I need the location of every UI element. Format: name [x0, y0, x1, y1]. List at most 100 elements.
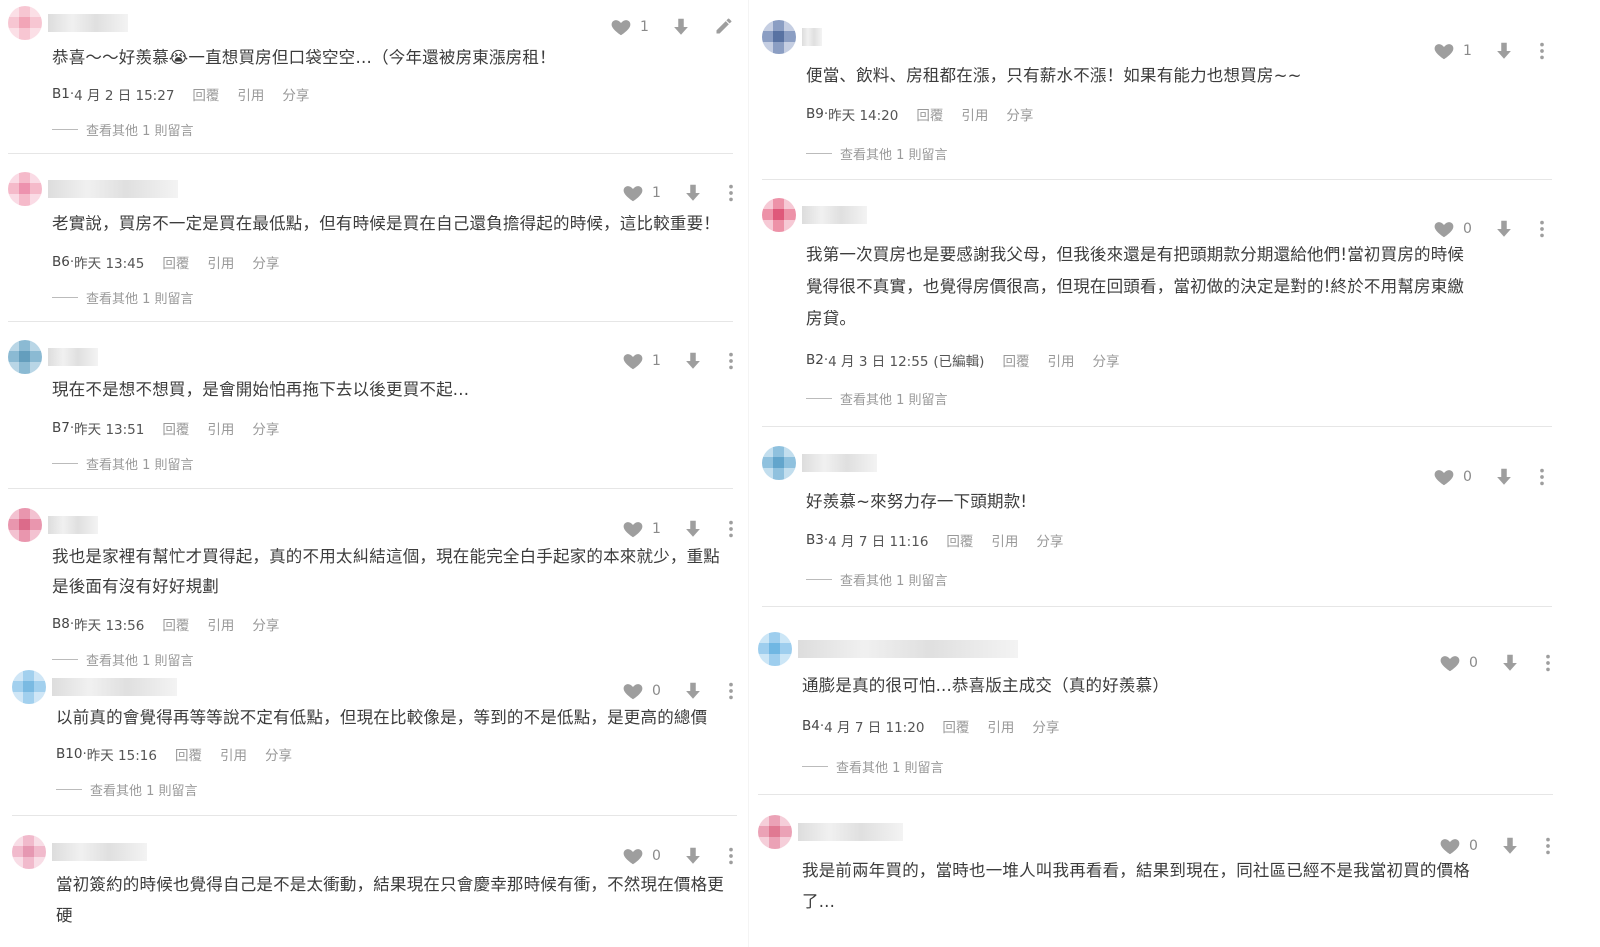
username-blurred[interactable]	[52, 678, 177, 696]
dislike-icon[interactable]	[682, 845, 706, 867]
reply-button[interactable]: 回覆	[946, 530, 973, 550]
quote-button[interactable]: 引用	[207, 418, 234, 438]
floor-number[interactable]: B10	[56, 746, 82, 762]
quote-button[interactable]: 引用	[961, 104, 988, 124]
username-blurred[interactable]	[48, 516, 98, 534]
quote-button[interactable]: 引用	[207, 614, 234, 634]
floor-number[interactable]: B6	[52, 254, 70, 270]
view-more-replies-link[interactable]: 查看其他 1 則留言	[52, 288, 194, 307]
avatar[interactable]	[762, 20, 796, 54]
reply-button[interactable]: 回覆	[162, 614, 189, 634]
dislike-icon[interactable]	[1499, 835, 1523, 857]
share-button[interactable]: 分享	[1006, 104, 1033, 124]
heart-icon[interactable]	[622, 845, 646, 867]
avatar[interactable]	[8, 508, 42, 542]
comment-time[interactable]: 昨天 13:45	[74, 252, 144, 272]
avatar[interactable]	[8, 6, 42, 40]
dislike-icon[interactable]	[1499, 652, 1523, 674]
comment-time[interactable]: 昨天 15:16	[87, 744, 157, 764]
avatar[interactable]	[762, 446, 796, 480]
comment-time[interactable]: 4 月 7 日 11:16	[828, 530, 928, 550]
dislike-icon[interactable]	[682, 182, 706, 204]
heart-icon[interactable]	[622, 182, 646, 204]
comment-time[interactable]: 4 月 2 日 15:27	[74, 84, 174, 104]
dislike-icon[interactable]	[1493, 40, 1517, 62]
quote-button[interactable]: 引用	[237, 84, 264, 104]
username-blurred[interactable]	[798, 823, 903, 841]
reply-button[interactable]: 回覆	[175, 744, 202, 764]
share-button[interactable]: 分享	[1036, 530, 1063, 550]
more-vertical-icon[interactable]	[1537, 466, 1547, 488]
avatar[interactable]	[12, 670, 46, 704]
avatar[interactable]	[762, 198, 796, 232]
quote-button[interactable]: 引用	[220, 744, 247, 764]
share-button[interactable]: 分享	[265, 744, 292, 764]
avatar[interactable]	[8, 340, 42, 374]
share-button[interactable]: 分享	[252, 252, 279, 272]
username-blurred[interactable]	[48, 348, 98, 366]
floor-number[interactable]: B8	[52, 616, 70, 632]
share-button[interactable]: 分享	[252, 418, 279, 438]
comment-time[interactable]: 昨天 13:51	[74, 418, 144, 438]
reply-button[interactable]: 回覆	[916, 104, 943, 124]
floor-number[interactable]: B2	[806, 352, 824, 368]
dislike-icon[interactable]	[1493, 466, 1517, 488]
quote-button[interactable]: 引用	[987, 716, 1014, 736]
share-button[interactable]: 分享	[252, 614, 279, 634]
floor-number[interactable]: B4	[802, 718, 820, 734]
view-more-replies-link[interactable]: 查看其他 1 則留言	[56, 780, 198, 799]
username-blurred[interactable]	[52, 843, 147, 861]
dislike-icon[interactable]	[670, 16, 694, 38]
reply-button[interactable]: 回覆	[192, 84, 219, 104]
share-button[interactable]: 分享	[1032, 716, 1059, 736]
view-more-replies-link[interactable]: 查看其他 1 則留言	[52, 650, 194, 669]
username-blurred[interactable]	[802, 454, 877, 472]
comment-time[interactable]: 4 月 3 日 12:55	[828, 350, 928, 370]
heart-icon[interactable]	[1433, 466, 1457, 488]
dislike-icon[interactable]	[1493, 218, 1517, 240]
heart-icon[interactable]	[622, 518, 646, 540]
view-more-replies-link[interactable]: 查看其他 1 則留言	[802, 757, 944, 776]
avatar[interactable]	[758, 815, 792, 849]
floor-number[interactable]: B3	[806, 532, 824, 548]
floor-number[interactable]: B9	[806, 106, 824, 122]
avatar[interactable]	[758, 632, 792, 666]
quote-button[interactable]: 引用	[207, 252, 234, 272]
username-blurred[interactable]	[48, 14, 128, 32]
comment-time[interactable]: 4 月 7 日 11:20	[824, 716, 924, 736]
reply-button[interactable]: 回覆	[162, 252, 189, 272]
comment-time[interactable]: 昨天 14:20	[828, 104, 898, 124]
more-vertical-icon[interactable]	[726, 680, 736, 702]
more-vertical-icon[interactable]	[1543, 652, 1553, 674]
floor-number[interactable]: B1	[52, 86, 70, 102]
reply-button[interactable]: 回覆	[942, 716, 969, 736]
heart-icon[interactable]	[1439, 652, 1463, 674]
comment-time[interactable]: 昨天 13:56	[74, 614, 144, 634]
reply-button[interactable]: 回覆	[162, 418, 189, 438]
quote-button[interactable]: 引用	[1047, 350, 1074, 370]
more-vertical-icon[interactable]	[1537, 40, 1547, 62]
quote-button[interactable]: 引用	[991, 530, 1018, 550]
username-blurred[interactable]	[802, 28, 822, 46]
more-vertical-icon[interactable]	[1543, 835, 1553, 857]
floor-number[interactable]: B7	[52, 420, 70, 436]
pencil-icon[interactable]	[714, 16, 736, 38]
more-vertical-icon[interactable]	[726, 350, 736, 372]
heart-icon[interactable]	[622, 680, 646, 702]
more-vertical-icon[interactable]	[726, 182, 736, 204]
heart-icon[interactable]	[610, 16, 634, 38]
share-button[interactable]: 分享	[282, 84, 309, 104]
dislike-icon[interactable]	[682, 680, 706, 702]
dislike-icon[interactable]	[682, 518, 706, 540]
username-blurred[interactable]	[48, 180, 178, 198]
view-more-replies-link[interactable]: 查看其他 1 則留言	[806, 570, 948, 589]
username-blurred[interactable]	[798, 640, 1018, 658]
more-vertical-icon[interactable]	[726, 518, 736, 540]
more-vertical-icon[interactable]	[1537, 218, 1547, 240]
dislike-icon[interactable]	[682, 350, 706, 372]
more-vertical-icon[interactable]	[726, 845, 736, 867]
view-more-replies-link[interactable]: 查看其他 1 則留言	[52, 454, 194, 473]
avatar[interactable]	[8, 172, 42, 206]
view-more-replies-link[interactable]: 查看其他 1 則留言	[52, 120, 194, 139]
heart-icon[interactable]	[1433, 218, 1457, 240]
